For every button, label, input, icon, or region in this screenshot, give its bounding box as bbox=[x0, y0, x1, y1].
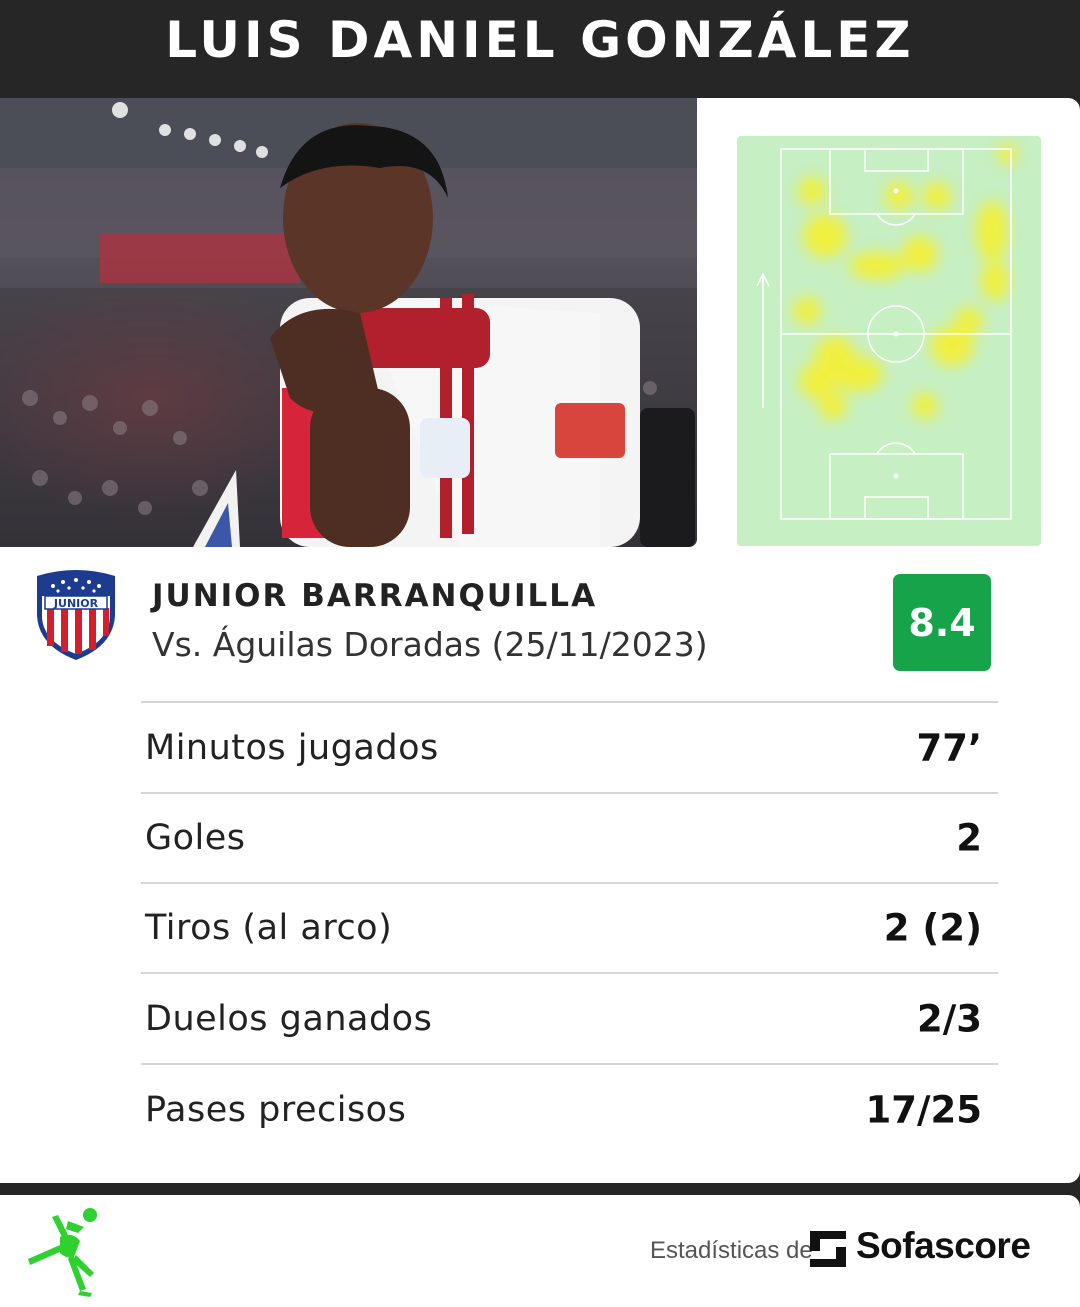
stat-label: Goles bbox=[145, 818, 246, 858]
stat-label: Pases precisos bbox=[145, 1090, 407, 1130]
club-logo: JUNIOR bbox=[33, 566, 119, 662]
stat-label: Duelos ganados bbox=[145, 998, 433, 1039]
sofascore-logo-icon bbox=[810, 1231, 846, 1267]
stat-row-shots: Tiros (al arco) 2 (2) bbox=[141, 882, 998, 972]
brand-name: Sofascore bbox=[856, 1225, 1031, 1266]
stat-row-duels: Duelos ganados 2/3 bbox=[141, 972, 998, 1063]
heatmap bbox=[737, 136, 1041, 546]
stat-value: 17/25 bbox=[865, 1088, 983, 1132]
match-info: Vs. Águilas Doradas (25/11/2023) bbox=[152, 625, 708, 664]
attack-direction-arrow-icon bbox=[756, 272, 770, 408]
heat-zones bbox=[793, 144, 1017, 420]
footer: Estadísticas de Sofascore bbox=[0, 1195, 1080, 1307]
title-bar: LUIS DANIEL GONZÁLEZ bbox=[0, 0, 1080, 98]
bicycle-kick-player-icon bbox=[22, 1207, 102, 1299]
player-photo bbox=[0, 98, 697, 547]
stat-value: 2/3 bbox=[916, 997, 982, 1040]
stat-row-goals: Goles 2 bbox=[141, 792, 998, 882]
club-logo-text: JUNIOR bbox=[53, 597, 99, 610]
player-card: JUNIOR JUNIOR BARRANQUILLA Vs. Águilas D… bbox=[0, 98, 1080, 1183]
player-rating-badge: 8.4 bbox=[893, 574, 991, 671]
stat-row-passes: Pases precisos 17/25 bbox=[141, 1063, 998, 1155]
club-name: JUNIOR BARRANQUILLA bbox=[152, 578, 598, 614]
stat-value: 2 bbox=[956, 816, 982, 860]
stats-table: Minutos jugados 77’ Goles 2 Tiros (al ar… bbox=[141, 701, 998, 1155]
stat-value: 2 (2) bbox=[883, 906, 982, 950]
stat-label: Tiros (al arco) bbox=[145, 908, 393, 948]
stats-credit: Estadísticas de bbox=[650, 1237, 813, 1264]
stat-value: 77’ bbox=[916, 726, 982, 769]
player-name: LUIS DANIEL GONZÁLEZ bbox=[165, 11, 915, 69]
stat-label: Minutos jugados bbox=[145, 727, 439, 768]
stat-row-minutes: Minutos jugados 77’ bbox=[141, 701, 998, 792]
